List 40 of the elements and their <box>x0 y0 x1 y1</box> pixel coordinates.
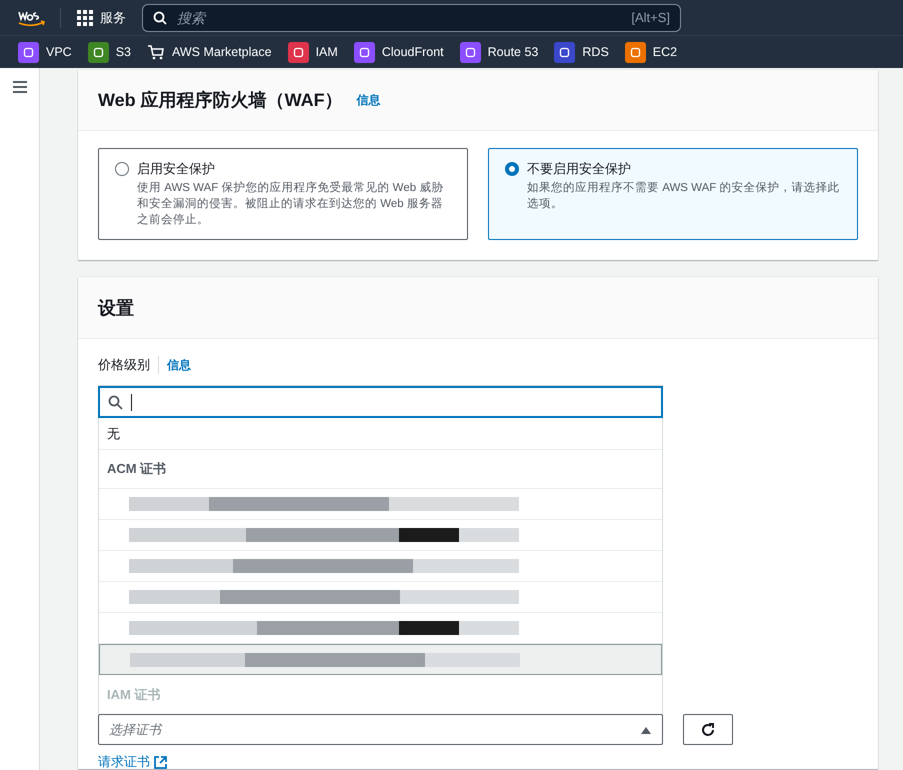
panel-title: Web 应用程序防火墙（WAF） <box>98 89 343 112</box>
favorite-link[interactable]: EC2 <box>624 42 678 62</box>
favorite-link[interactable]: AWS Marketplace <box>147 44 272 60</box>
favorite-link[interactable]: IAM <box>288 42 338 62</box>
field-label: 价格级别 <box>98 356 159 374</box>
refresh-button[interactable] <box>683 714 733 745</box>
option-title: 启用安全保护 <box>137 160 216 178</box>
dropdown-search-field[interactable] <box>98 386 663 418</box>
external-link-icon <box>154 756 167 768</box>
option-group-label: IAM 证书 <box>106 686 162 704</box>
favorite-link[interactable]: S3 <box>88 42 131 62</box>
radio-button[interactable] <box>505 162 519 176</box>
cart-icon <box>147 44 165 60</box>
option-description: 使用 AWS WAF 保护您的应用程序免受最常见的 Web 威胁和安全漏洞的侵害。被阻止的请求在到达您的 Web 服务器之前会停止。 <box>137 180 444 228</box>
services-menu-button[interactable]: 服务 <box>73 8 130 26</box>
text-cursor <box>131 394 132 410</box>
shortcut-hint: [Alt+S] <box>631 10 670 25</box>
search-icon <box>108 394 123 410</box>
search-input[interactable]: 搜索 <box>175 8 624 26</box>
option-title: 不要启用安全保护 <box>527 160 632 178</box>
caret-icon <box>640 726 652 734</box>
refresh-icon <box>700 722 716 738</box>
favorite-link[interactable]: VPC <box>18 42 72 62</box>
dropdown-option[interactable]: 无 <box>99 418 662 450</box>
menu-icon[interactable] <box>12 80 28 94</box>
info-link[interactable]: 信息 <box>356 92 381 108</box>
favorite-link[interactable]: CloudFront <box>354 42 444 62</box>
grid-icon <box>77 10 93 26</box>
favorite-link[interactable]: RDS <box>554 42 609 62</box>
request-certificate-link[interactable]: 请求证书 <box>98 753 167 770</box>
radio-tile[interactable]: 不要启用安全保护 如果您的应用程序不需要 AWS WAF 的安全保护，请选择此选项。 <box>488 148 858 240</box>
option-description: 如果您的应用程序不需要 AWS WAF 的安全保护，请选择此选项。 <box>527 180 840 212</box>
favorite-link[interactable]: Route 53 <box>460 42 538 62</box>
panel-title: 设置 <box>98 296 134 320</box>
info-link[interactable]: 信息 <box>167 356 191 374</box>
radio-tile[interactable]: 启用安全保护 使用 AWS WAF 保护您的应用程序免受最常见的 Web 威胁和安全漏洞的侵害。被阻止的请求在到达您的 Web 服务器之前会停止。 <box>98 148 468 240</box>
radio-button[interactable] <box>115 162 129 176</box>
certificate-select[interactable]: 选择证书 <box>98 714 663 745</box>
search-icon <box>153 10 167 24</box>
search-field[interactable]: 搜索 [Alt+S] <box>142 4 681 32</box>
